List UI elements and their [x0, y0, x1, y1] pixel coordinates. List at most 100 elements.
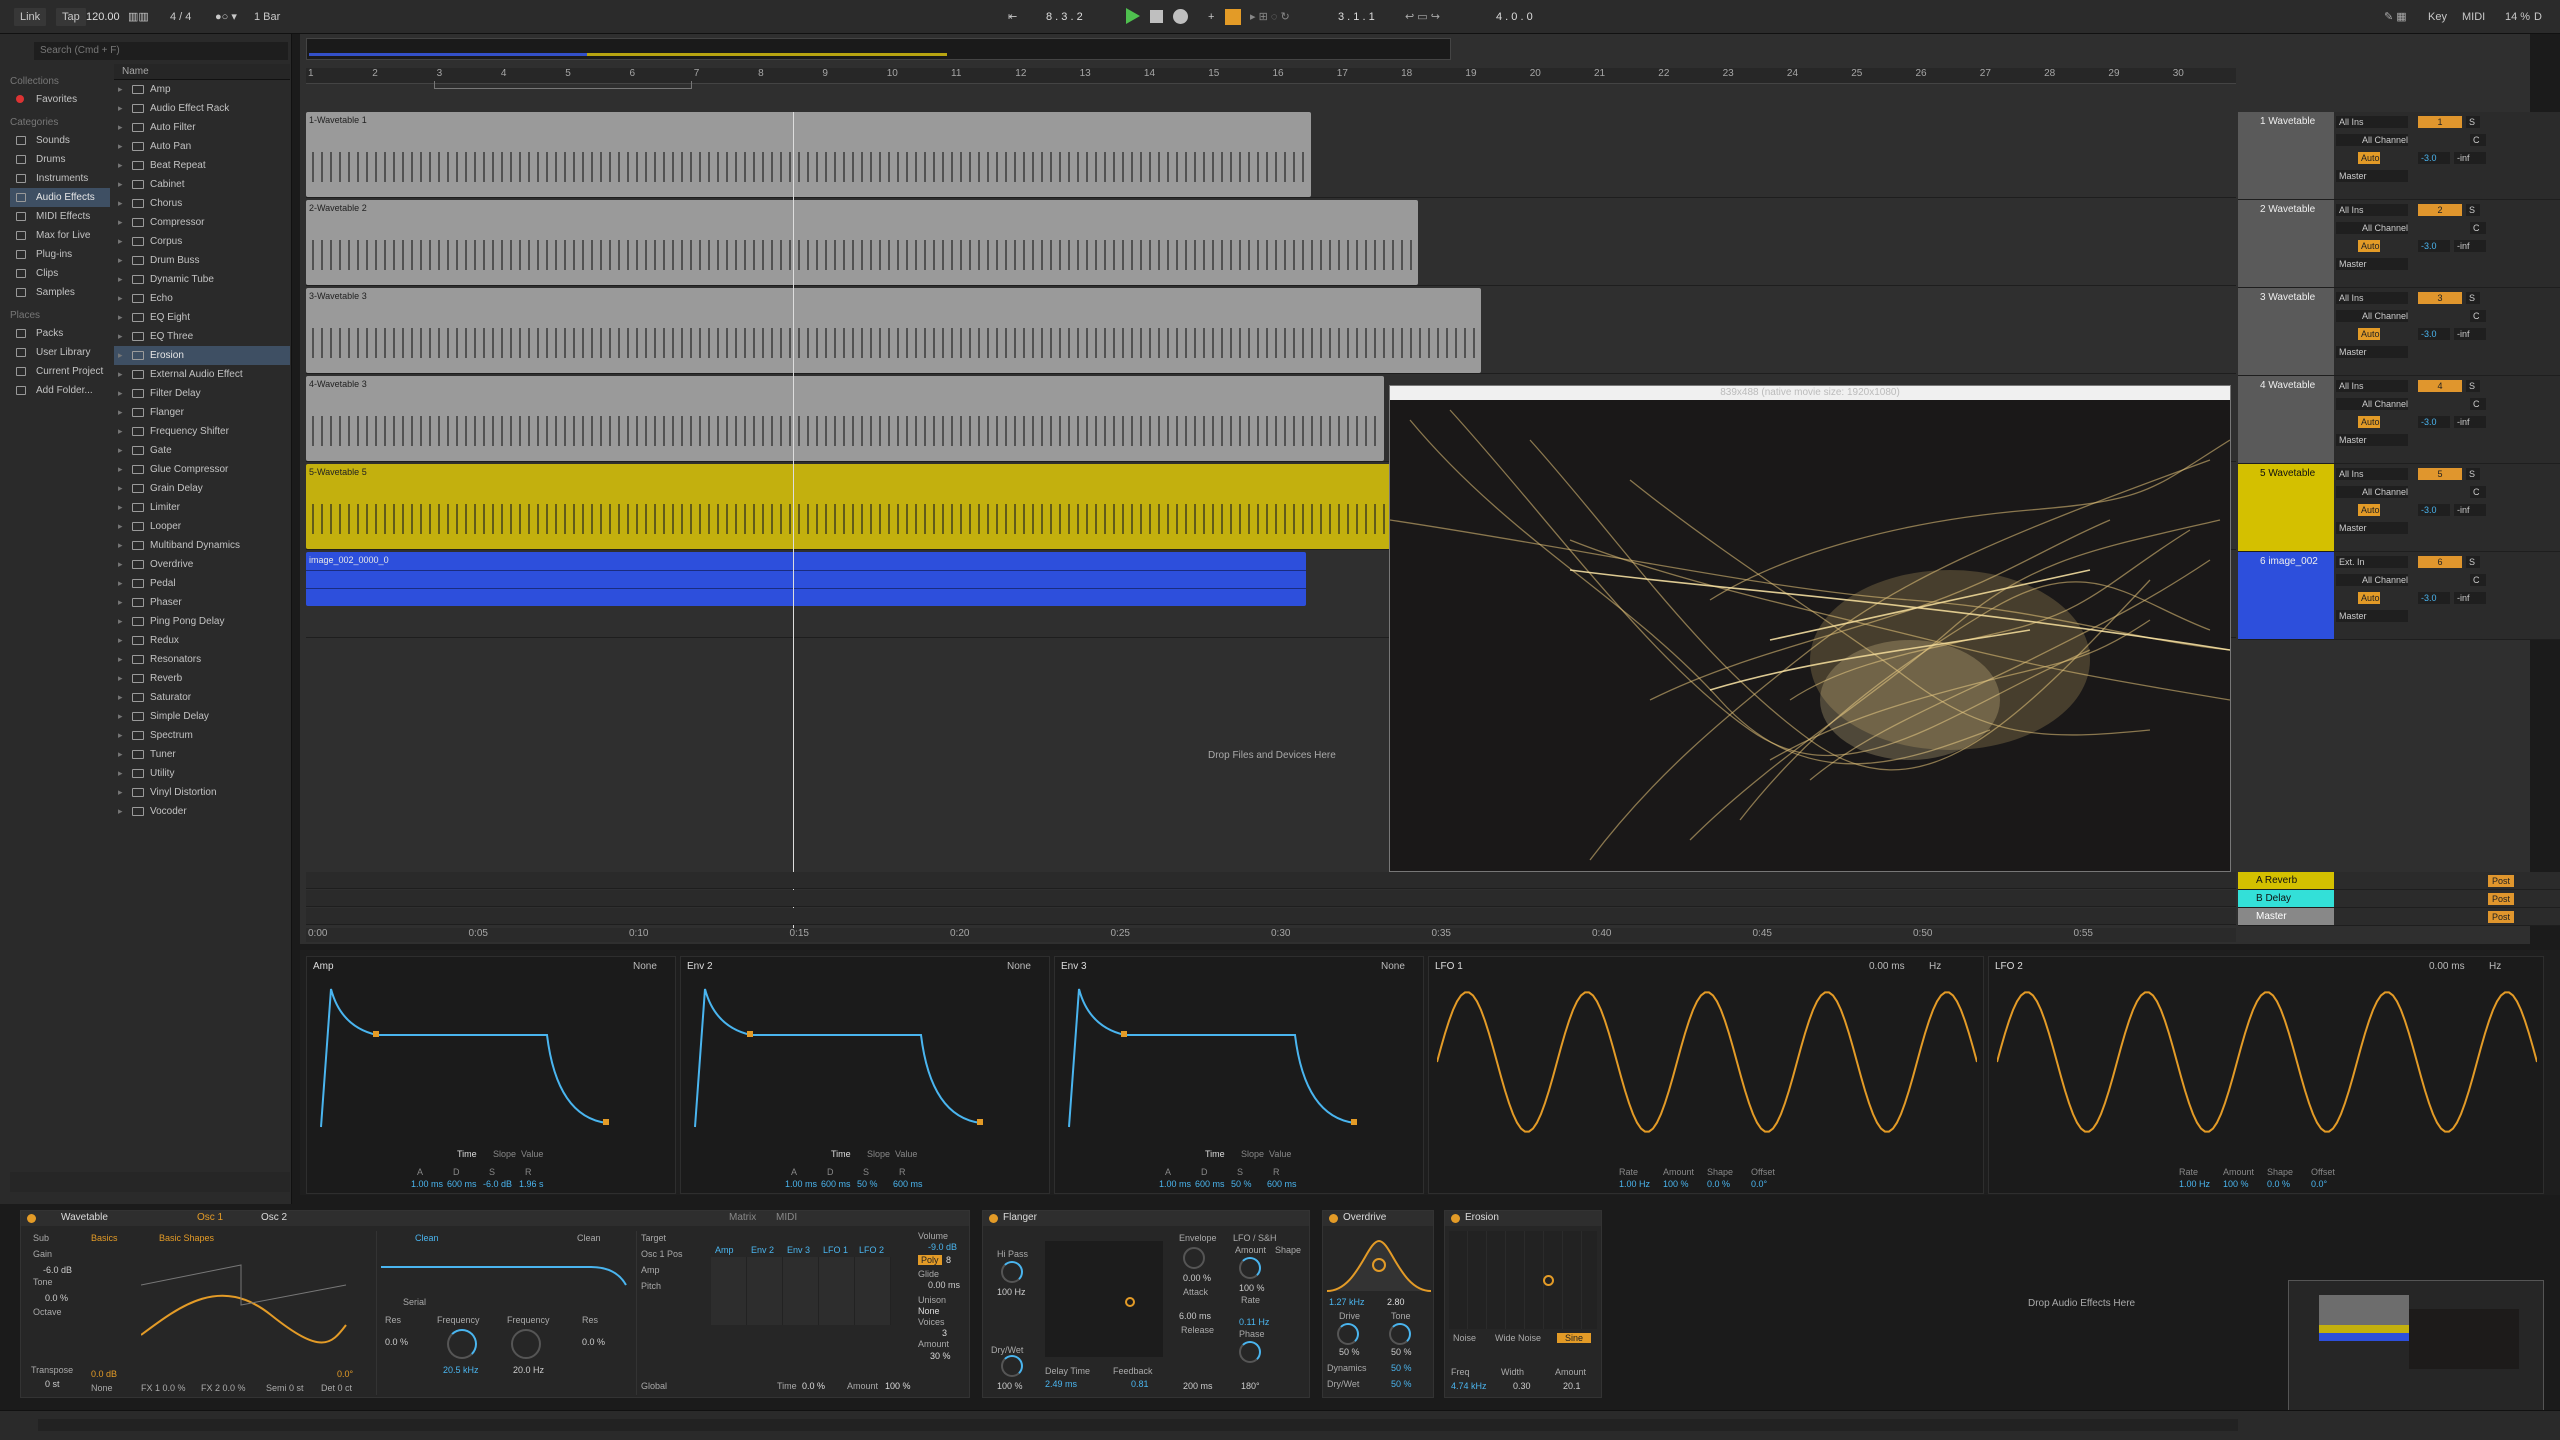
mixer-track-name[interactable]: 4 Wavetable	[2238, 376, 2334, 463]
fx2-value[interactable]: FX 2 0.0 %	[201, 1383, 246, 1393]
return-lane[interactable]	[306, 890, 2236, 907]
tempo-field[interactable]: 120.00	[86, 8, 120, 26]
browser-item[interactable]: Redux	[114, 631, 290, 650]
browser-item[interactable]: Pedal	[114, 574, 290, 593]
matrix-column-header[interactable]: Env 3	[787, 1245, 810, 1255]
browser-item[interactable]: Corpus	[114, 232, 290, 251]
env-param-value[interactable]: 600 ms	[447, 1179, 477, 1189]
lfo-param-value[interactable]: 100 %	[2223, 1179, 2249, 1189]
monitor-auto[interactable]: Auto	[2358, 328, 2380, 340]
browser-item[interactable]: Tuner	[114, 745, 290, 764]
lfo-param-value[interactable]: 0.0 %	[1707, 1179, 1730, 1189]
output-select[interactable]: Master	[2336, 170, 2408, 182]
erosion-handle[interactable]	[1543, 1275, 1554, 1286]
browser-item[interactable]: Multiband Dynamics	[114, 536, 290, 555]
video-window[interactable]: 839x488 (native movie size: 1920x1080)	[1389, 385, 2231, 872]
rate-value[interactable]: 0.11 Hz	[1239, 1317, 1269, 1327]
track-activator[interactable]: 2	[2418, 204, 2462, 216]
browser-item[interactable]: Utility	[114, 764, 290, 783]
browser-item[interactable]: Frequency Shifter	[114, 422, 290, 441]
wavetable-device[interactable]: Wavetable Osc 1 Osc 2 Matrix MIDI Sub Ga…	[20, 1210, 970, 1398]
midi-tab[interactable]: MIDI	[776, 1212, 797, 1223]
loop-start-field[interactable]: 3 . 1 . 1	[1338, 8, 1375, 26]
env-param-value[interactable]: 600 ms	[821, 1179, 851, 1189]
browser-item[interactable]: Grain Delay	[114, 479, 290, 498]
matrix-grid[interactable]	[711, 1257, 891, 1325]
lfo-param-value[interactable]: 0.0°	[1751, 1179, 1767, 1189]
browser-item[interactable]: Vinyl Distortion	[114, 783, 290, 802]
lfo-amount-value[interactable]: 100 %	[1239, 1283, 1265, 1293]
solo-button[interactable]: S	[2466, 204, 2480, 216]
link-button[interactable]: Link	[14, 8, 47, 26]
browser-item[interactable]: Resonators	[114, 650, 290, 669]
browser-item[interactable]: Auto Filter	[114, 118, 290, 137]
volume-field[interactable]: -3.0	[2418, 328, 2450, 340]
wide-noise-mode[interactable]: Wide Noise	[1495, 1333, 1541, 1343]
browser-item[interactable]: Dynamic Tube	[114, 270, 290, 289]
env-param-value[interactable]: -6.0 dB	[483, 1179, 512, 1189]
track-activator[interactable]: 5	[2418, 468, 2462, 480]
env-view-time[interactable]: Time	[1205, 1149, 1225, 1159]
record-button[interactable]	[1173, 9, 1188, 24]
lfo-time-value[interactable]: 0.00 ms	[2429, 961, 2465, 972]
solo-button[interactable]: S	[2466, 380, 2480, 392]
input-type-select[interactable]: All Ins	[2336, 468, 2408, 480]
place-packs[interactable]: Packs	[10, 324, 110, 343]
browser-item[interactable]: Vocoder	[114, 802, 290, 821]
env-view-slope[interactable]: Slope	[867, 1149, 890, 1159]
drive-value[interactable]: 50 %	[1339, 1347, 1360, 1357]
browser-item[interactable]: Overdrive	[114, 555, 290, 574]
monitor-auto[interactable]: Auto	[2358, 504, 2380, 516]
input-channel-select[interactable]: All Channel	[2336, 398, 2408, 410]
category-plugins[interactable]: Plug-ins	[10, 245, 110, 264]
track-lane[interactable]: 2-Wavetable 2	[306, 200, 2236, 286]
lfo-param-value[interactable]: 1.00 Hz	[2179, 1179, 2210, 1189]
session-record-icon[interactable]: ▸ ⊞ ◌ ↻	[1250, 8, 1290, 26]
automation-arm-icon[interactable]	[1225, 9, 1241, 25]
return-lane[interactable]	[306, 872, 2236, 889]
erosion-device[interactable]: Erosion Noise Wide Noise Sine Freq 4.74 …	[1444, 1210, 1602, 1398]
browser-item[interactable]: Chorus	[114, 194, 290, 213]
name-column-header[interactable]: Name	[114, 64, 290, 80]
envelope-graph[interactable]	[1065, 987, 1415, 1137]
browser-item[interactable]: Compressor	[114, 213, 290, 232]
category-sounds[interactable]: Sounds	[10, 131, 110, 150]
unison-select[interactable]: None	[918, 1306, 940, 1316]
signature-field[interactable]: 4 / 4	[170, 8, 191, 26]
input-type-select[interactable]: All Ins	[2336, 292, 2408, 304]
input-channel-select[interactable]: All Channel	[2336, 486, 2408, 498]
return-track-name[interactable]: Master	[2238, 908, 2334, 925]
xy-handle[interactable]	[1125, 1297, 1135, 1307]
browser-item[interactable]: Limiter	[114, 498, 290, 517]
pan-field[interactable]: C	[2470, 134, 2486, 146]
arrangement-overview[interactable]	[306, 38, 1451, 60]
erosion-freq-value[interactable]: 4.74 kHz	[1451, 1381, 1487, 1391]
key-map-button[interactable]: Key	[2422, 8, 2453, 26]
arrangement-follow-icon[interactable]: ⇤	[1008, 8, 1017, 26]
track-activator[interactable]: 4	[2418, 380, 2462, 392]
browser-item[interactable]: Saturator	[114, 688, 290, 707]
category-clips[interactable]: Clips	[10, 264, 110, 283]
mixer-track-name[interactable]: 5 Wavetable	[2238, 464, 2334, 551]
overdrive-device[interactable]: Overdrive 1.27 kHz 2.80 Drive Tone 50 % …	[1322, 1210, 1434, 1398]
matrix-column-header[interactable]: Amp	[715, 1245, 734, 1255]
quantization-select[interactable]: 1 Bar	[254, 8, 280, 26]
env-view-time[interactable]: Time	[457, 1149, 477, 1159]
monitor-auto[interactable]: Auto	[2358, 416, 2380, 428]
matrix-column-header[interactable]: Env 2	[751, 1245, 774, 1255]
osc-mod-none[interactable]: None	[91, 1383, 113, 1393]
output-select[interactable]: Master	[2336, 522, 2408, 534]
semi-value[interactable]: Semi 0 st	[266, 1383, 304, 1393]
return-lane[interactable]	[306, 908, 2236, 925]
lfo-param-value[interactable]: 0.0 %	[2267, 1179, 2290, 1189]
osc-pos-value[interactable]: 0.0°	[337, 1369, 353, 1379]
phase-knob[interactable]	[1239, 1341, 1261, 1363]
input-type-select[interactable]: Ext. In	[2336, 556, 2408, 568]
flanger-xy-pad[interactable]	[1045, 1241, 1163, 1357]
hipass-value[interactable]: 100 Hz	[997, 1287, 1026, 1297]
tone-value[interactable]: 0.0 %	[45, 1293, 68, 1303]
track-lane[interactable]: 1-Wavetable 1	[306, 112, 2236, 198]
input-channel-select[interactable]: All Channel	[2336, 310, 2408, 322]
mixer-track-name[interactable]: 2 Wavetable	[2238, 200, 2334, 287]
matrix-row-label[interactable]: Amp	[641, 1265, 660, 1275]
